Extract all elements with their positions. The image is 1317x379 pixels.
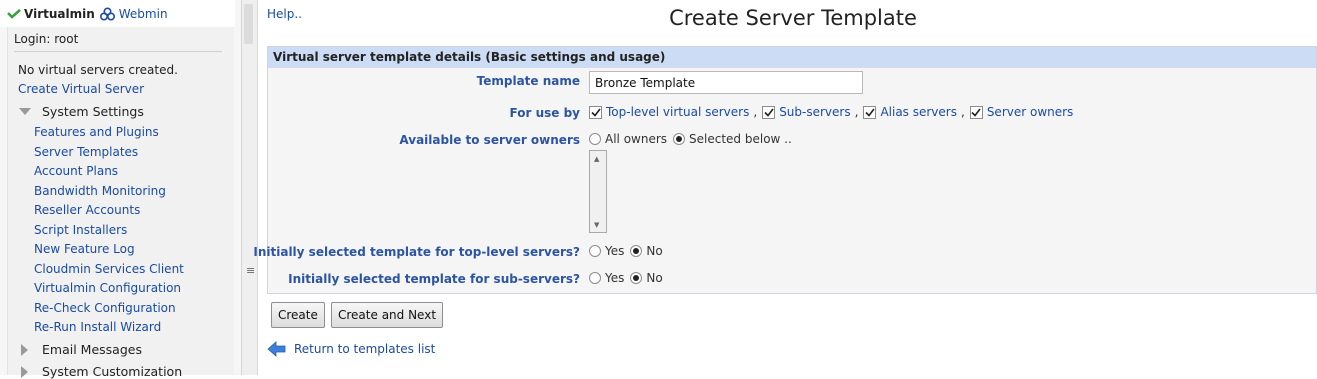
create-and-next-button[interactable]: Create and Next [331, 302, 444, 328]
sub-servers-checkbox[interactable] [762, 105, 776, 119]
category-label: System Settings [42, 104, 144, 119]
yes-label[interactable]: Yes [605, 244, 624, 258]
category-system-settings[interactable]: System Settings [18, 104, 144, 119]
create-virtual-server-link[interactable]: Create Virtual Server [18, 82, 144, 96]
sidebar-item-new-feature-log[interactable]: New Feature Log [34, 242, 135, 256]
sub-servers-label[interactable]: Sub-servers [779, 105, 850, 119]
return-to-templates-link[interactable]: Return to templates list [294, 342, 435, 356]
sidebar-item-reseller-accounts[interactable]: Reseller Accounts [34, 203, 140, 217]
create-button[interactable]: Create [271, 302, 325, 328]
sidebar-item-recheck-config[interactable]: Re-Check Configuration [34, 301, 176, 315]
server-owners-checkbox[interactable] [969, 105, 983, 119]
brand: Virtualmin Webmin [7, 7, 168, 21]
frame-splitter[interactable]: ≡ [242, 0, 258, 375]
checkmark-icon [865, 108, 875, 117]
no-servers-text: No virtual servers created. [18, 63, 178, 77]
checkmark-icon [971, 108, 981, 117]
sidebar-item-bandwidth-monitoring[interactable]: Bandwidth Monitoring [34, 184, 166, 198]
top-level-label[interactable]: Top-level virtual servers [606, 105, 749, 119]
no-label[interactable]: No [646, 244, 662, 258]
scroll-up-icon[interactable]: ▲ [594, 155, 599, 163]
sub-servers-yes-radio[interactable] [589, 272, 601, 284]
available-owners-label: Available to server owners [399, 133, 580, 147]
yes-label[interactable]: Yes [605, 271, 624, 285]
selected-below-label[interactable]: Selected below .. [689, 132, 792, 146]
template-name-input[interactable] [589, 71, 863, 94]
alias-servers-checkbox[interactable] [863, 105, 877, 119]
checkmark-icon [590, 108, 601, 117]
category-label: System Customization [42, 364, 183, 379]
initial-sub-servers-label: Initially selected template for sub-serv… [288, 272, 580, 286]
back-arrow-icon[interactable] [267, 340, 287, 358]
drag-handle-icon[interactable]: ≡ [246, 264, 255, 277]
top-level-no-radio[interactable] [630, 245, 643, 257]
main-content: Create Server Template Help.. Virtual se… [253, 0, 1317, 375]
template-details-panel: Virtual server template details (Basic s… [253, 46, 1317, 294]
all-owners-label[interactable]: All owners [605, 132, 667, 146]
sidebar-item-virtualmin-config[interactable]: Virtualmin Configuration [34, 281, 181, 295]
panel-title: Virtual server template details (Basic s… [268, 47, 1316, 68]
sidebar-menu: Login: root No virtual servers created. … [7, 27, 234, 379]
sidebar-item-rerun-wizard[interactable]: Re-Run Install Wizard [34, 320, 161, 334]
help-link[interactable]: Help.. [267, 7, 302, 21]
return-row: Return to templates list [267, 340, 435, 358]
owners-listbox[interactable]: ▲ ▼ [589, 150, 607, 233]
initial-top-level-label: Initially selected template for top-leve… [253, 245, 580, 259]
divider [14, 51, 222, 52]
sidebar-item-script-installers[interactable]: Script Installers [34, 223, 127, 237]
expanded-triangle-icon [19, 107, 31, 115]
category-email-messages[interactable]: Email Messages [18, 342, 142, 357]
top-level-checkbox[interactable] [589, 105, 602, 119]
category-label: Email Messages [42, 342, 142, 357]
webmin-tab[interactable]: Webmin [119, 7, 168, 21]
alias-servers-label[interactable]: Alias servers [880, 105, 957, 119]
for-use-by-label: For use by [509, 106, 580, 120]
top-level-yes-radio[interactable] [589, 245, 601, 257]
login-status: Login: root [14, 32, 79, 46]
sidebar-item-features-plugins[interactable]: Features and Plugins [34, 125, 159, 139]
webmin-logo-icon[interactable] [99, 6, 115, 21]
collapsed-triangle-icon [21, 365, 28, 378]
sidebar-item-server-templates[interactable]: Server Templates [34, 145, 138, 159]
sidebar-item-cloudmin-services[interactable]: Cloudmin Services Client [34, 262, 184, 276]
page-title: Create Server Template [669, 6, 917, 30]
no-label[interactable]: No [646, 271, 662, 285]
checkmark-icon [764, 108, 774, 117]
template-name-label: Template name [476, 74, 580, 88]
scroll-down-icon[interactable]: ▼ [594, 221, 599, 229]
virtualmin-check-icon[interactable] [7, 8, 21, 19]
all-owners-radio[interactable] [589, 133, 601, 145]
collapsed-triangle-icon [21, 343, 28, 356]
category-system-customization[interactable]: System Customization [18, 364, 182, 379]
brand-bar: Virtualmin Webmin [0, 0, 235, 27]
server-owners-label[interactable]: Server owners [987, 105, 1074, 119]
left-frame: Virtualmin Webmin Login: root No virtual… [0, 0, 242, 379]
selected-below-radio[interactable] [673, 133, 686, 145]
sidebar-item-account-plans[interactable]: Account Plans [34, 164, 118, 178]
scrollbar-thumb[interactable] [244, 4, 253, 44]
virtualmin-tab[interactable]: Virtualmin [24, 7, 95, 21]
sub-servers-no-radio[interactable] [630, 272, 643, 284]
